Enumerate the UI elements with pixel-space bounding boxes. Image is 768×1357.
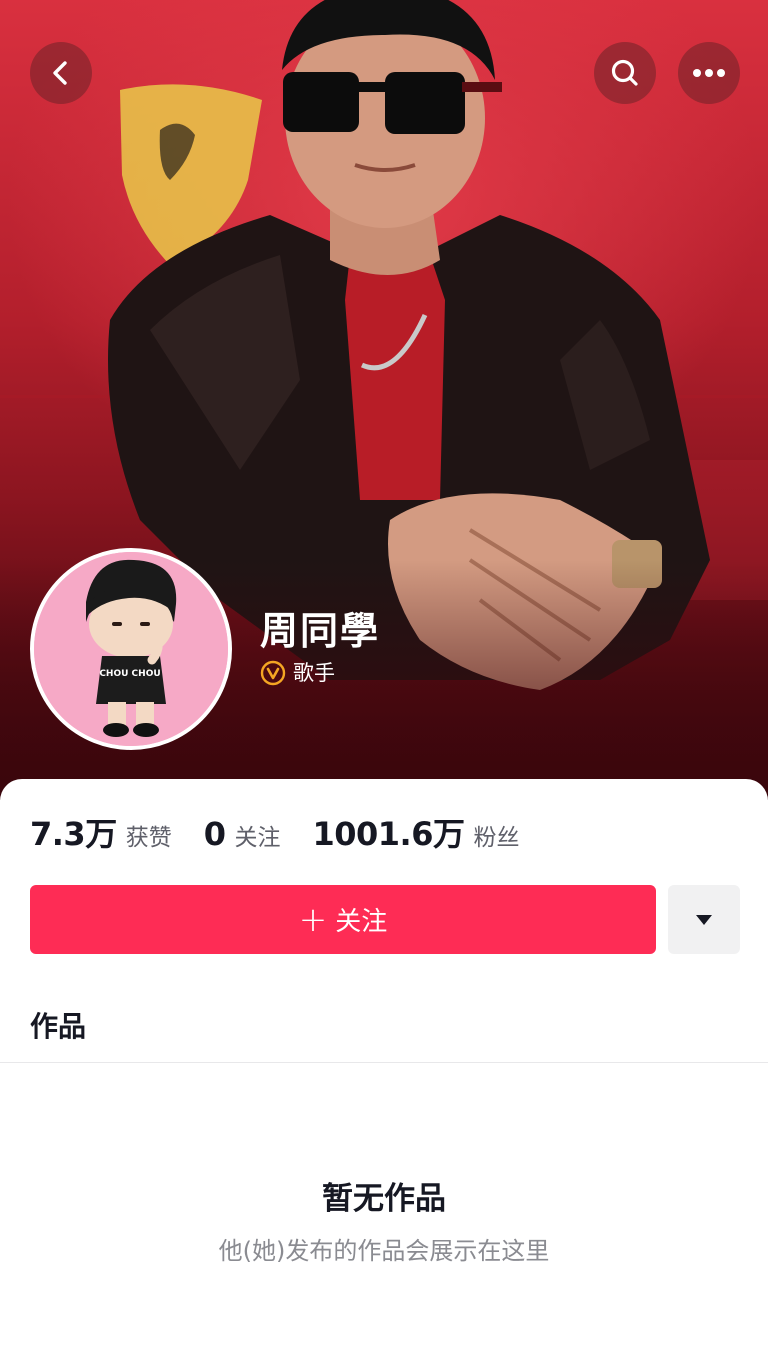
profile-name-block: 周同學 歌手 <box>260 608 380 686</box>
stat-likes-value: 7.3万 <box>30 815 117 853</box>
back-button[interactable] <box>30 42 92 104</box>
profile-panel: 7.3万 获赞 0 关注 1001.6万 粉丝 + 关注 作品 暂无作品 他(她… <box>0 779 768 1357</box>
stat-likes[interactable]: 7.3万 获赞 <box>30 809 172 855</box>
follow-button-label: 关注 <box>335 907 388 937</box>
tab-works[interactable]: 作品 <box>30 1005 86 1045</box>
stat-followers-label: 粉丝 <box>473 825 520 851</box>
stat-likes-label: 获赞 <box>125 825 172 851</box>
search-icon <box>611 59 638 86</box>
stat-following-value: 0 <box>203 815 226 853</box>
stat-following-label: 关注 <box>234 825 281 851</box>
more-button[interactable] <box>678 42 740 104</box>
profile-cover: CHOU CHOU 周同學 歌手 <box>0 0 768 800</box>
tab-divider <box>0 1062 768 1063</box>
stats-row: 7.3万 获赞 0 关注 1001.6万 粉丝 <box>30 809 551 855</box>
profile-name: 周同學 <box>260 609 381 653</box>
verified-badge-icon <box>260 660 286 686</box>
empty-state-title: 暂无作品 <box>322 1181 446 1217</box>
profile-screen: CHOU CHOU 周同學 歌手 7.3万 获赞 0 关注 1001.6万 粉丝… <box>0 0 768 1357</box>
avatar-figure: CHOU CHOU <box>34 552 228 746</box>
stat-following[interactable]: 0 关注 <box>204 815 281 853</box>
caret-down-icon <box>696 914 712 925</box>
stat-followers-value: 1001.6万 <box>312 815 465 853</box>
follow-button[interactable]: + 关注 <box>30 885 656 954</box>
verification-row: 歌手 <box>260 660 380 686</box>
empty-state-description: 他(她)发布的作品会展示在这里 <box>218 1237 550 1265</box>
stat-followers[interactable]: 1001.6万 粉丝 <box>312 809 519 855</box>
plus-icon: + <box>298 899 328 940</box>
avatar[interactable]: CHOU CHOU <box>30 548 232 750</box>
avatar-shirt-text: CHOU CHOU <box>99 669 160 679</box>
verification-label: 歌手 <box>293 661 335 685</box>
more-horizontal-icon <box>693 69 725 77</box>
recommend-dropdown-button[interactable] <box>668 885 740 954</box>
chevron-left-icon <box>53 61 67 85</box>
search-button[interactable] <box>594 42 656 104</box>
